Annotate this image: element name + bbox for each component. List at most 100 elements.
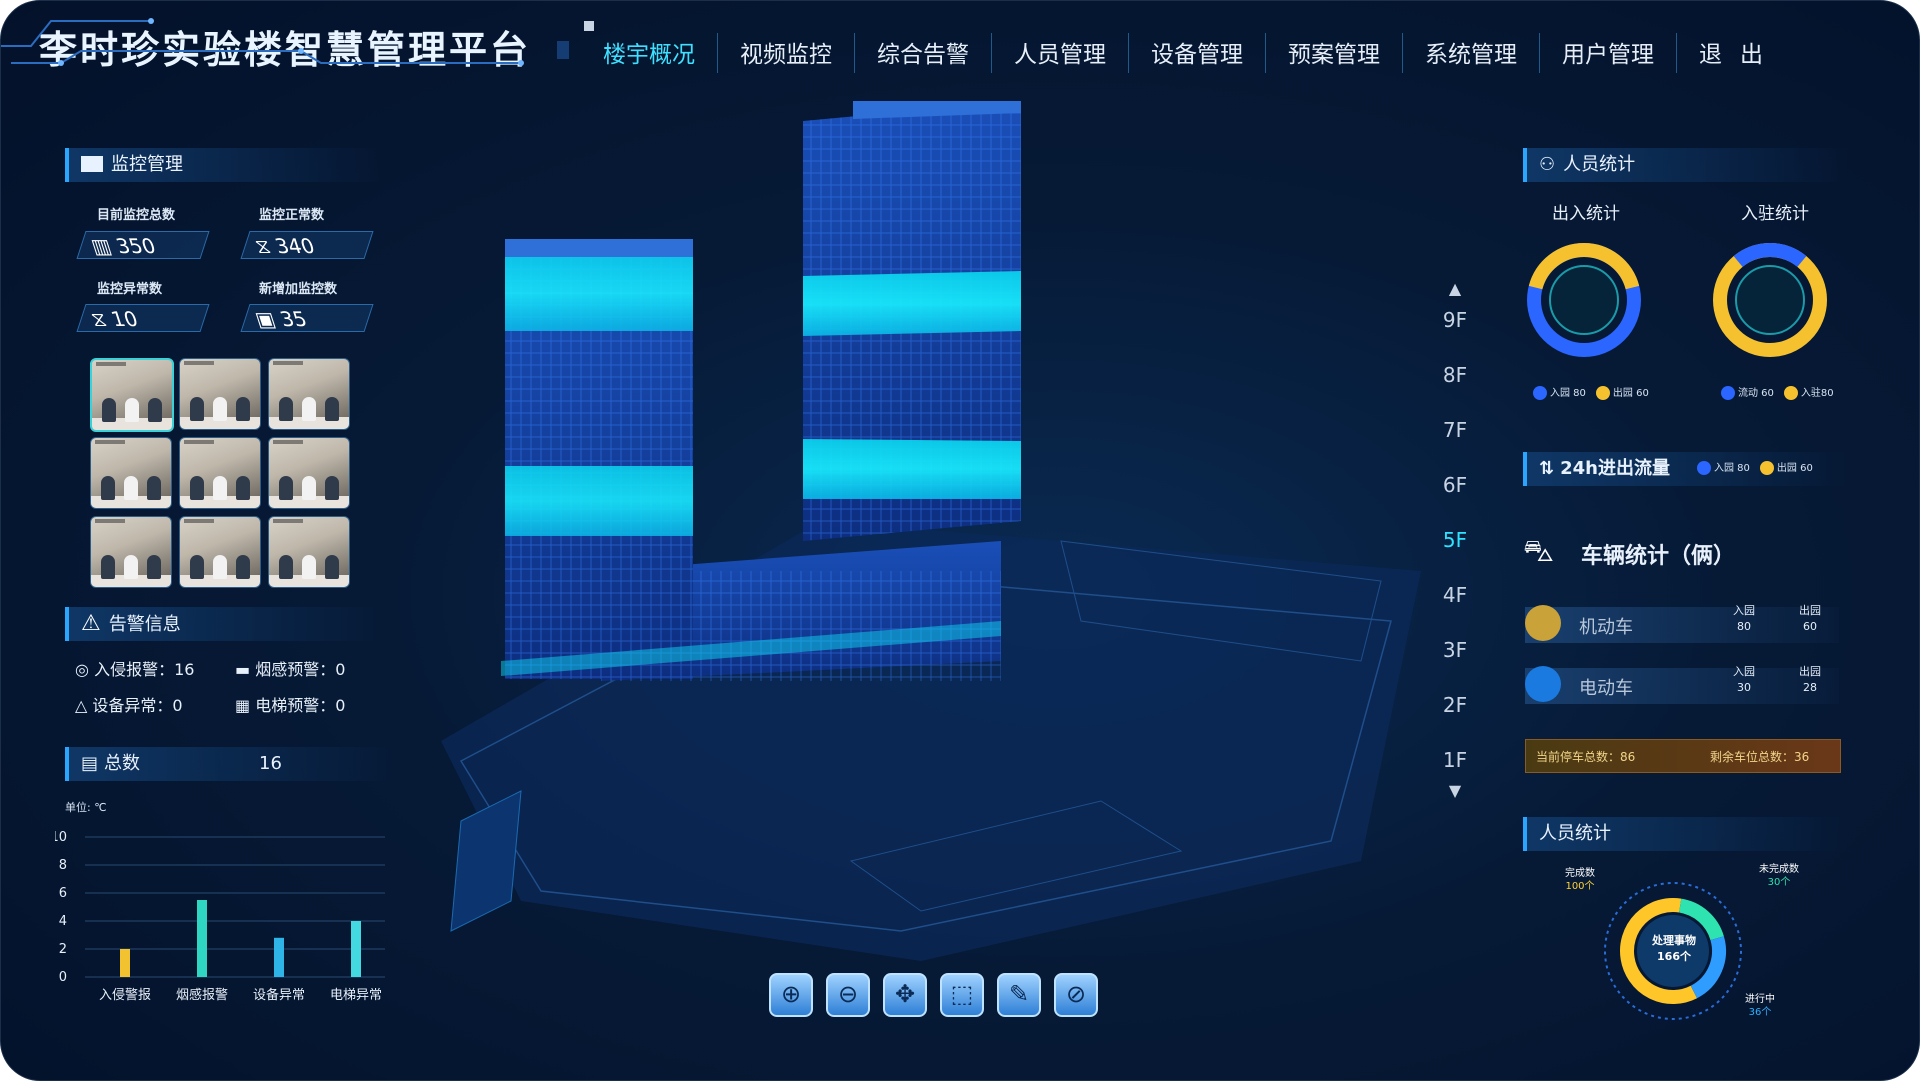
legend-item: 入园 80 (1697, 461, 1750, 475)
nav-item-0[interactable]: 楼宇概况 (581, 33, 718, 73)
vehicle-in: 入园 30 (1719, 664, 1769, 696)
thumbnail-figure (124, 476, 138, 500)
measure-icon[interactable]: ✎ (997, 973, 1041, 1017)
dashboard-frame: 李时珍实验楼智慧管理平台 楼宇概况 视频监控 综合告警 人员管理 设备管理 预案管理 系统管… (0, 0, 1920, 1081)
chart-bar (197, 900, 207, 977)
legend-dot (1721, 386, 1735, 400)
floor-up-button[interactable]: ▲ (1435, 279, 1475, 298)
monitor-new-label: 新增加监控数 (259, 282, 338, 297)
chart-x-tick: 烟感报警 (176, 987, 228, 1003)
undone-value: 30个 (1767, 877, 1791, 888)
nav-item-2[interactable]: 综合告警 (855, 33, 992, 73)
doing-label: 进行中 (1745, 994, 1775, 1005)
camera-thumbnail[interactable] (90, 437, 172, 509)
camera-thumbnail[interactable] (179, 437, 261, 509)
device-alarm-text: 设备异常：0 (92, 696, 183, 715)
calendar-icon: ▤ (81, 753, 99, 774)
legend-label: 入园 80 (1550, 388, 1586, 399)
floor-item[interactable]: 9F (1435, 308, 1475, 332)
floor-down-button[interactable]: ▼ (1435, 781, 1475, 800)
done-value: 100个 (1565, 881, 1595, 892)
vehicle-out-value: 60 (1803, 620, 1817, 633)
top-nav: 楼宇概况 视频监控 综合告警 人员管理 设备管理 预案管理 系统管理 用户管理 退出 (581, 29, 1803, 77)
thumbnail-figure (236, 397, 250, 421)
legend-label: 入园 80 (1714, 463, 1750, 474)
camera-thumbnail[interactable] (179, 516, 261, 588)
legend-label: 出园 60 (1612, 388, 1649, 399)
floor-item[interactable]: 1F (1435, 748, 1475, 772)
warning-icon: ⚠ (81, 611, 101, 636)
bolt-badge-icon (1525, 666, 1561, 702)
parking-bar: 当前停车总数：86 剩余车位总数：36 (1525, 739, 1841, 773)
nav-item-6[interactable]: 系统管理 (1403, 33, 1540, 73)
floor-item[interactable]: 8F (1435, 363, 1475, 387)
thumbnail-figure (273, 519, 303, 523)
monitor-abnormal-label: 监控异常数 (97, 282, 163, 297)
monitor-icon (81, 156, 103, 172)
thumbnail-figure (184, 361, 214, 365)
camera-thumbnail[interactable] (90, 516, 172, 588)
thumbnail-figure (325, 397, 339, 421)
chart-bar (120, 949, 130, 977)
monitor-new-value: 35 (277, 307, 311, 331)
legend-label: 出园 60 (1776, 463, 1813, 474)
legend-item: 入驻80 (1783, 386, 1834, 400)
building-3d-view[interactable] (401, 101, 1461, 1001)
thumbnail-figure (95, 519, 125, 523)
monitor-abnormal-value: 10 (108, 307, 142, 331)
floor-item[interactable]: 7F (1435, 418, 1475, 442)
zoom-out-icon[interactable]: ⊖ (826, 973, 870, 1017)
camera-thumbnail[interactable] (179, 358, 261, 430)
nav-item-3[interactable]: 人员管理 (992, 33, 1129, 73)
floor-item[interactable]: 3F (1435, 638, 1475, 662)
legend-item: 流动 60 (1721, 386, 1774, 400)
chart-y-tick: 8 (59, 858, 67, 873)
monitor-normal-value: 340 (272, 234, 319, 258)
camera-thumbnail[interactable] (268, 516, 350, 588)
reset-icon[interactable]: ⊘ (1054, 973, 1098, 1017)
thumbnail-figure (213, 555, 227, 579)
legend-dot (1783, 386, 1798, 400)
thumbnail-figure (213, 397, 227, 421)
doing-stat: 进行中 36个 (1745, 993, 1775, 1019)
nav-item-4[interactable]: 设备管理 (1129, 33, 1266, 73)
thumbnail-figure (302, 555, 316, 579)
vehicle-out: 出园 28 (1785, 664, 1835, 696)
thumbnail-figure (101, 555, 115, 579)
zoom-in-icon[interactable]: ⊕ (769, 973, 813, 1017)
alert-triangle-icon: △ (75, 696, 88, 715)
chart-y-tick: 6 (59, 886, 67, 901)
monitor-heading: 监控管理 (111, 154, 183, 175)
nav-item-1[interactable]: 视频监控 (718, 33, 855, 73)
nav-item-8[interactable]: 退出 (1677, 33, 1803, 73)
legend-label: 入驻80 (1800, 388, 1834, 399)
thumbnail-figure (95, 440, 125, 444)
thumbnail-figure (279, 555, 293, 579)
floor-item[interactable]: 4F (1435, 583, 1475, 607)
camera-thumbnail[interactable] (268, 358, 350, 430)
legend-item: 出园 60 (1595, 386, 1649, 400)
floor-item[interactable]: 5F (1435, 528, 1475, 552)
camera-thumbnail[interactable] (268, 437, 350, 509)
floor-item[interactable]: 2F (1435, 693, 1475, 717)
undone-stat: 未完成数 30个 (1759, 863, 1799, 889)
resident-title: 入驻统计 (1741, 204, 1809, 224)
monitor-normal-box: ⧖ 340 (240, 231, 374, 259)
alarm-heading: 告警信息 (108, 614, 181, 635)
intrusion-alarm-text: 入侵报警：16 (94, 660, 195, 679)
chart-y-tick: 4 (59, 914, 67, 929)
move-icon[interactable]: ✥ (883, 973, 927, 1017)
monitor-abnormal-box: ⧖ 10 (76, 304, 210, 332)
nav-item-5[interactable]: 预案管理 (1266, 33, 1403, 73)
thumbnail-figure (236, 555, 250, 579)
vehicle-title: 车辆统计（俩） (1581, 544, 1736, 569)
thumbnail-figure (213, 476, 227, 500)
chart-y-tick: 0 (59, 970, 67, 985)
thumbnail-figure (125, 398, 139, 422)
inout-title: 出入统计 (1552, 204, 1620, 224)
nav-item-7[interactable]: 用户管理 (1540, 33, 1677, 73)
floor-item[interactable]: 6F (1435, 473, 1475, 497)
header-circuit-decoration (1, 18, 524, 66)
camera-thumbnail[interactable] (90, 358, 174, 432)
select-icon[interactable]: ⬚ (940, 973, 984, 1017)
